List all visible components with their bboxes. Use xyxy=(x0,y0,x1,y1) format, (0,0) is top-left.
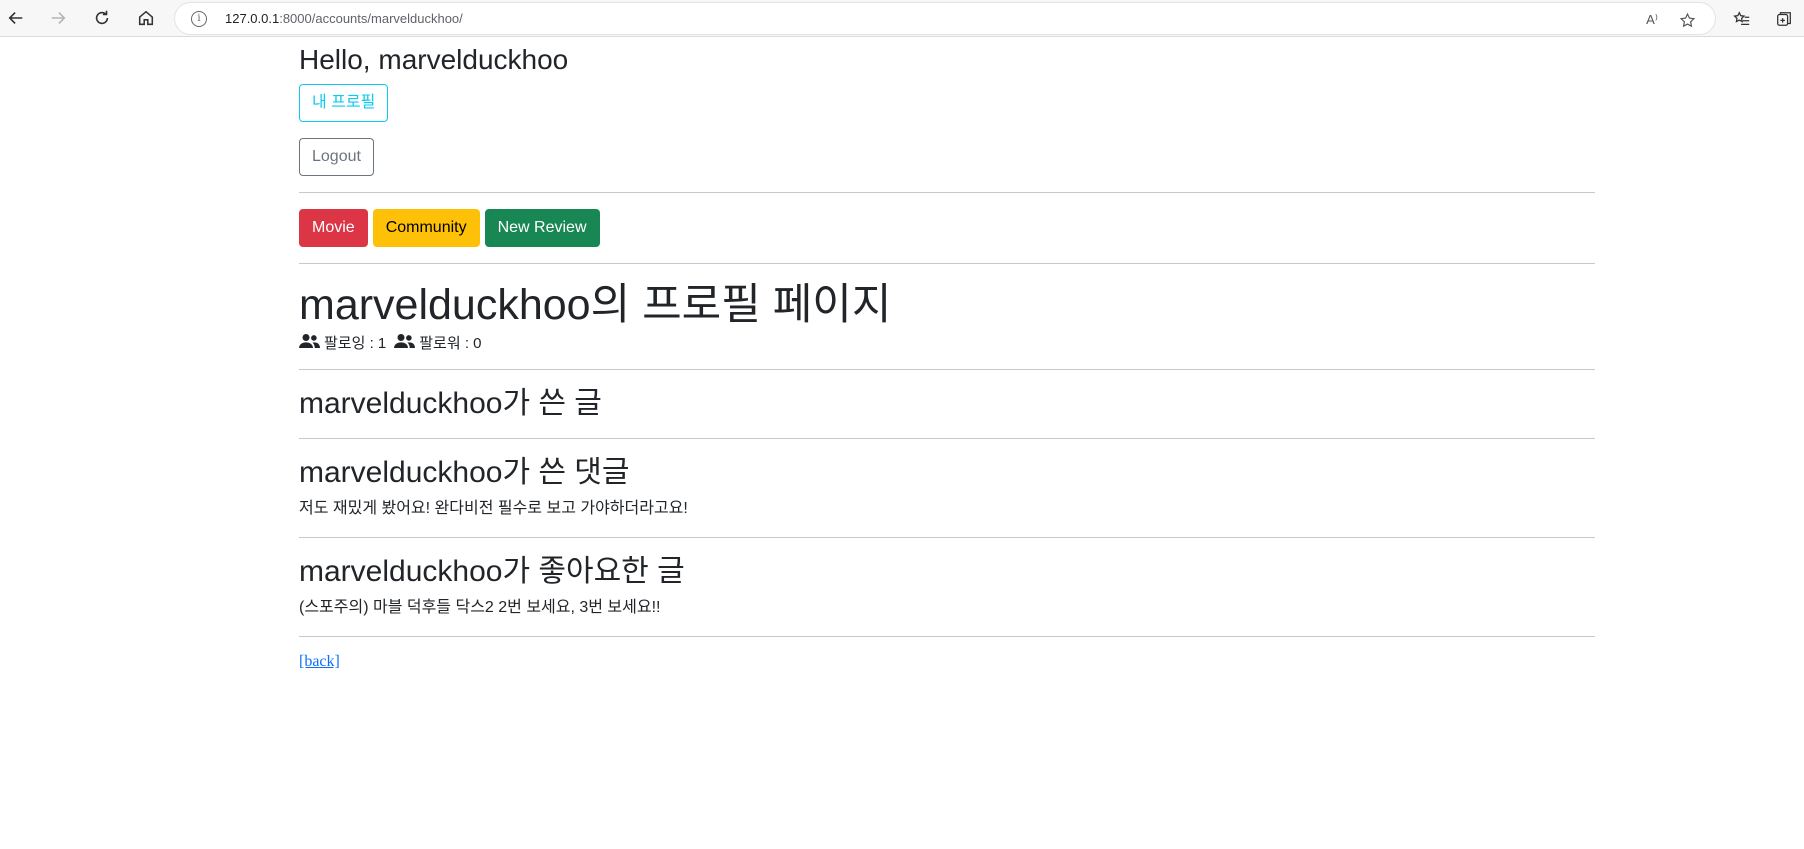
home-icon[interactable] xyxy=(131,4,161,32)
community-button[interactable]: Community xyxy=(372,208,480,247)
refresh-icon[interactable] xyxy=(87,4,117,32)
collections-icon[interactable] xyxy=(1770,5,1798,33)
following-count: 팔로잉 : 1 xyxy=(324,335,387,353)
back-arrow-icon[interactable] xyxy=(1,4,31,32)
browser-toolbar: i 127.0.0.1:8000/accounts/marvelduckhoo/… xyxy=(0,0,1804,37)
divider xyxy=(299,636,1595,638)
followers-count: 팔로워 : 0 xyxy=(419,335,482,353)
address-bar[interactable]: i 127.0.0.1:8000/accounts/marvelduckhoo/… xyxy=(175,3,1715,34)
divider xyxy=(299,537,1595,539)
comment-item: 저도 재밌게 봤어요! 완다비전 필수로 보고 가야하더라고요! xyxy=(299,500,688,518)
liked-section-title: marvelduckhoo가 좋아요한 글 xyxy=(299,555,685,589)
new-review-button[interactable]: New Review xyxy=(484,208,600,247)
liked-item: (스포주의) 마블 덕후들 닥스2 2번 보세요, 3번 보세요!! xyxy=(299,599,661,617)
back-link[interactable]: [back] xyxy=(299,653,340,671)
people-icon xyxy=(299,333,320,353)
url-text[interactable]: 127.0.0.1:8000/accounts/marvelduckhoo/ xyxy=(225,11,463,26)
follow-stats: 팔로잉 : 1 팔로워 : 0 xyxy=(299,332,1595,353)
divider xyxy=(299,369,1595,371)
divider xyxy=(299,262,1595,264)
my-profile-button[interactable]: 내 프로필 xyxy=(299,83,389,122)
comments-section-title: marvelduckhoo가 쓴 댓글 xyxy=(299,456,630,490)
page-container: Hello, marvelduckhoo 내 프로필 Logout Movie … xyxy=(299,37,1595,671)
posts-section-title: marvelduckhoo가 쓴 글 xyxy=(299,387,602,421)
greeting-heading: Hello, marvelduckhoo xyxy=(299,44,569,75)
profile-title: marvelduckhoo의 프로필 페이지 xyxy=(299,280,892,329)
divider xyxy=(299,191,1595,193)
site-info-icon[interactable]: i xyxy=(191,11,207,27)
favorite-star-icon[interactable] xyxy=(1677,10,1697,30)
forward-arrow-icon[interactable] xyxy=(43,4,73,32)
main-nav: Movie Community New Review xyxy=(299,208,1595,247)
favorites-list-icon[interactable] xyxy=(1728,5,1756,33)
divider xyxy=(299,438,1595,440)
movie-button[interactable]: Movie xyxy=(299,208,368,247)
read-aloud-icon[interactable]: A⁾ xyxy=(1642,10,1662,30)
logout-button[interactable]: Logout xyxy=(299,137,374,176)
people-icon xyxy=(394,333,416,353)
